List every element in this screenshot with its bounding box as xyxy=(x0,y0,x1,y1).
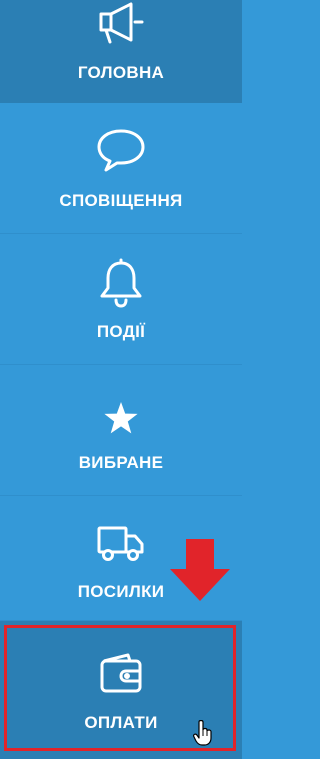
sidebar-nav: ГОЛОВНА СПОВІЩЕННЯ ПОДІЇ ВИБРАНЕ ПОСИЛКИ… xyxy=(0,0,242,759)
nav-label-home: ГОЛОВНА xyxy=(77,63,165,82)
truck-icon xyxy=(96,524,146,564)
nav-item-home[interactable]: ГОЛОВНА xyxy=(0,0,242,103)
nav-item-notifications[interactable]: СПОВІЩЕННЯ xyxy=(0,103,242,234)
nav-item-events[interactable]: ПОДІЇ xyxy=(0,234,242,365)
nav-label-notifications: СПОВІЩЕННЯ xyxy=(59,191,183,210)
down-arrow-icon xyxy=(168,537,232,603)
wallet-icon xyxy=(98,651,144,695)
star-icon xyxy=(103,401,139,435)
hand-pointer-icon xyxy=(193,719,213,746)
speech-bubble-icon xyxy=(95,127,147,173)
nav-label-favorites: ВИБРАНЕ xyxy=(78,453,164,472)
bell-icon xyxy=(98,256,144,308)
nav-label-events: ПОДІЇ xyxy=(96,322,146,341)
megaphone-icon xyxy=(97,0,145,46)
nav-item-favorites[interactable]: ВИБРАНЕ xyxy=(0,365,242,496)
